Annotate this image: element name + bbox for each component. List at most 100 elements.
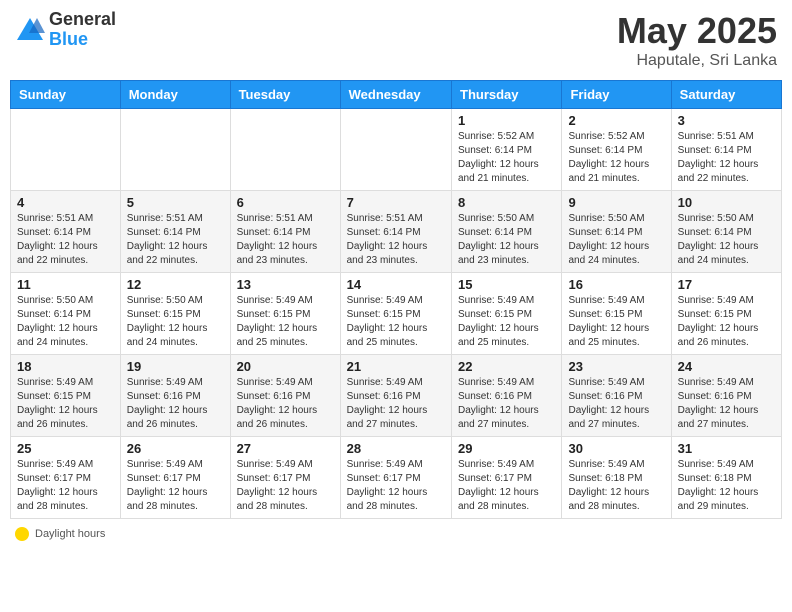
calendar-cell: 8Sunrise: 5:50 AM Sunset: 6:14 PM Daylig… [452,191,562,273]
calendar-day-header: Tuesday [230,81,340,109]
day-info: Sunrise: 5:49 AM Sunset: 6:17 PM Dayligh… [17,458,114,514]
calendar-cell: 22 Sunrise: 5:49 AM Sunset: 6:16 PM Dayli… [452,355,562,437]
calendar-cell: 7Sunrise: 5:51 AM Sunset: 6:14 PM Daylig… [340,191,451,273]
calendar-cell: 13 Sunrise: 5:49 AM Sunset: 6:15 PM Dayli… [230,273,340,355]
day-number: 6 [237,195,334,210]
calendar-day-header: Sunday [11,81,121,109]
day-info: Sunrise: 5:49 AM Sunset: 6:15 PM Dayligh… [347,294,445,350]
calendar-cell: 2Sunrise: 5:52 AM Sunset: 6:14 PM Daylig… [562,109,671,191]
day-number: 23 [568,359,664,374]
calendar-cell: 11Sunrise: 5:50 AM Sunset: 6:14 PM Dayli… [11,273,121,355]
calendar-cell: 29Sunrise: 5:49 AM Sunset: 6:17 PM Dayli… [452,437,562,519]
day-number: 22 [458,359,555,374]
calendar-cell: 19Sunrise: 5:49 AM Sunset: 6:16 PM Dayli… [120,355,230,437]
day-number: 25 [17,441,114,456]
calendar-cell: 12 Sunrise: 5:50 AM Sunset: 6:15 PM Dayli… [120,273,230,355]
calendar-cell [120,109,230,191]
calendar-cell: 10 Sunrise: 5:50 AM Sunset: 6:14 PM Dayli… [671,191,781,273]
day-number: 21 [347,359,445,374]
day-number: 13 [237,277,334,292]
calendar-cell: 23Sunrise: 5:49 AM Sunset: 6:16 PM Dayli… [562,355,671,437]
calendar-header-row: SundayMondayTuesdayWednesdayThursdayFrid… [11,81,782,109]
calendar-week-row: 11Sunrise: 5:50 AM Sunset: 6:14 PM Dayli… [11,273,782,355]
day-number: 17 [678,277,775,292]
day-info: Sunrise: 5:51 AM Sunset: 6:14 PM Dayligh… [237,212,334,268]
day-info: Sunrise: 5:51 AM Sunset: 6:14 PM Dayligh… [127,212,224,268]
day-number: 1 [458,113,555,128]
day-info: Sunrise: 5:49 AM Sunset: 6:15 PM Dayligh… [568,294,664,350]
day-info: Sunrise: 5:49 AM Sunset: 6:16 PM Dayligh… [678,376,775,432]
day-number: 10 [678,195,775,210]
day-info: Sunrise: 5:52 AM Sunset: 6:14 PM Dayligh… [458,130,555,186]
calendar-cell: 20Sunrise: 5:49 AM Sunset: 6:16 PM Dayli… [230,355,340,437]
day-number: 8 [458,195,555,210]
calendar-week-row: 1 Sunrise: 5:52 AM Sunset: 6:14 PM Daylig… [11,109,782,191]
calendar-cell: 9Sunrise: 5:50 AM Sunset: 6:14 PM Daylig… [562,191,671,273]
day-number: 24 [678,359,775,374]
day-info: Sunrise: 5:50 AM Sunset: 6:14 PM Dayligh… [568,212,664,268]
day-number: 16 [568,277,664,292]
day-number: 15 [458,277,555,292]
calendar-day-header: Friday [562,81,671,109]
calendar-day-header: Thursday [452,81,562,109]
day-number: 12 [127,277,224,292]
calendar-cell: 27 Sunrise: 5:49 AM Sunset: 6:17 PM Dayli… [230,437,340,519]
calendar-week-row: 18Sunrise: 5:49 AM Sunset: 6:15 PM Dayli… [11,355,782,437]
day-info: Sunrise: 5:50 AM Sunset: 6:14 PM Dayligh… [678,212,775,268]
day-number: 27 [237,441,334,456]
day-info: Sunrise: 5:49 AM Sunset: 6:17 PM Dayligh… [347,458,445,514]
day-info: Sunrise: 5:49 AM Sunset: 6:15 PM Dayligh… [678,294,775,350]
title-block: May 2025 Haputale, Sri Lanka [617,10,777,70]
day-info: Sunrise: 5:49 AM Sunset: 6:16 PM Dayligh… [127,376,224,432]
calendar-cell: 14 Sunrise: 5:49 AM Sunset: 6:15 PM Dayli… [340,273,451,355]
day-info: Sunrise: 5:49 AM Sunset: 6:18 PM Dayligh… [568,458,664,514]
calendar-cell: 16 Sunrise: 5:49 AM Sunset: 6:15 PM Dayli… [562,273,671,355]
calendar-week-row: 25 Sunrise: 5:49 AM Sunset: 6:17 PM Dayli… [11,437,782,519]
day-info: Sunrise: 5:49 AM Sunset: 6:15 PM Dayligh… [237,294,334,350]
logo-text: General Blue [49,10,116,50]
day-info: Sunrise: 5:49 AM Sunset: 6:17 PM Dayligh… [458,458,555,514]
day-number: 18 [17,359,114,374]
day-number: 31 [678,441,775,456]
day-info: Sunrise: 5:49 AM Sunset: 6:18 PM Dayligh… [678,458,775,514]
location: Haputale, Sri Lanka [617,52,777,70]
footer-label: Daylight hours [35,528,105,540]
sun-icon [15,527,29,541]
day-info: Sunrise: 5:49 AM Sunset: 6:17 PM Dayligh… [237,458,334,514]
calendar-cell [11,109,121,191]
calendar-cell [230,109,340,191]
day-number: 30 [568,441,664,456]
logo-general: General [49,10,116,30]
day-number: 3 [678,113,775,128]
footer: Daylight hours [10,527,782,541]
day-info: Sunrise: 5:49 AM Sunset: 6:16 PM Dayligh… [458,376,555,432]
calendar-cell: 18Sunrise: 5:49 AM Sunset: 6:15 PM Dayli… [11,355,121,437]
day-number: 7 [347,195,445,210]
day-number: 2 [568,113,664,128]
calendar-cell [340,109,451,191]
calendar-cell: 28 Sunrise: 5:49 AM Sunset: 6:17 PM Dayli… [340,437,451,519]
day-number: 4 [17,195,114,210]
calendar-day-header: Saturday [671,81,781,109]
day-info: Sunrise: 5:49 AM Sunset: 6:15 PM Dayligh… [458,294,555,350]
calendar-cell: 6 Sunrise: 5:51 AM Sunset: 6:14 PM Daylig… [230,191,340,273]
day-info: Sunrise: 5:50 AM Sunset: 6:15 PM Dayligh… [127,294,224,350]
day-info: Sunrise: 5:49 AM Sunset: 6:16 PM Dayligh… [237,376,334,432]
logo-icon [15,15,45,45]
calendar-cell: 30 Sunrise: 5:49 AM Sunset: 6:18 PM Dayli… [562,437,671,519]
calendar-cell: 25 Sunrise: 5:49 AM Sunset: 6:17 PM Dayli… [11,437,121,519]
day-number: 28 [347,441,445,456]
day-number: 11 [17,277,114,292]
day-number: 14 [347,277,445,292]
calendar-cell: 4 Sunrise: 5:51 AM Sunset: 6:14 PM Daylig… [11,191,121,273]
calendar-day-header: Wednesday [340,81,451,109]
calendar-cell: 3 Sunrise: 5:51 AM Sunset: 6:14 PM Daylig… [671,109,781,191]
day-info: Sunrise: 5:51 AM Sunset: 6:14 PM Dayligh… [678,130,775,186]
calendar-cell: 1 Sunrise: 5:52 AM Sunset: 6:14 PM Daylig… [452,109,562,191]
calendar-cell: 21 Sunrise: 5:49 AM Sunset: 6:16 PM Dayli… [340,355,451,437]
day-info: Sunrise: 5:49 AM Sunset: 6:17 PM Dayligh… [127,458,224,514]
day-number: 26 [127,441,224,456]
calendar-cell: 17 Sunrise: 5:49 AM Sunset: 6:15 PM Dayli… [671,273,781,355]
day-info: Sunrise: 5:51 AM Sunset: 6:14 PM Dayligh… [17,212,114,268]
day-info: Sunrise: 5:49 AM Sunset: 6:16 PM Dayligh… [347,376,445,432]
